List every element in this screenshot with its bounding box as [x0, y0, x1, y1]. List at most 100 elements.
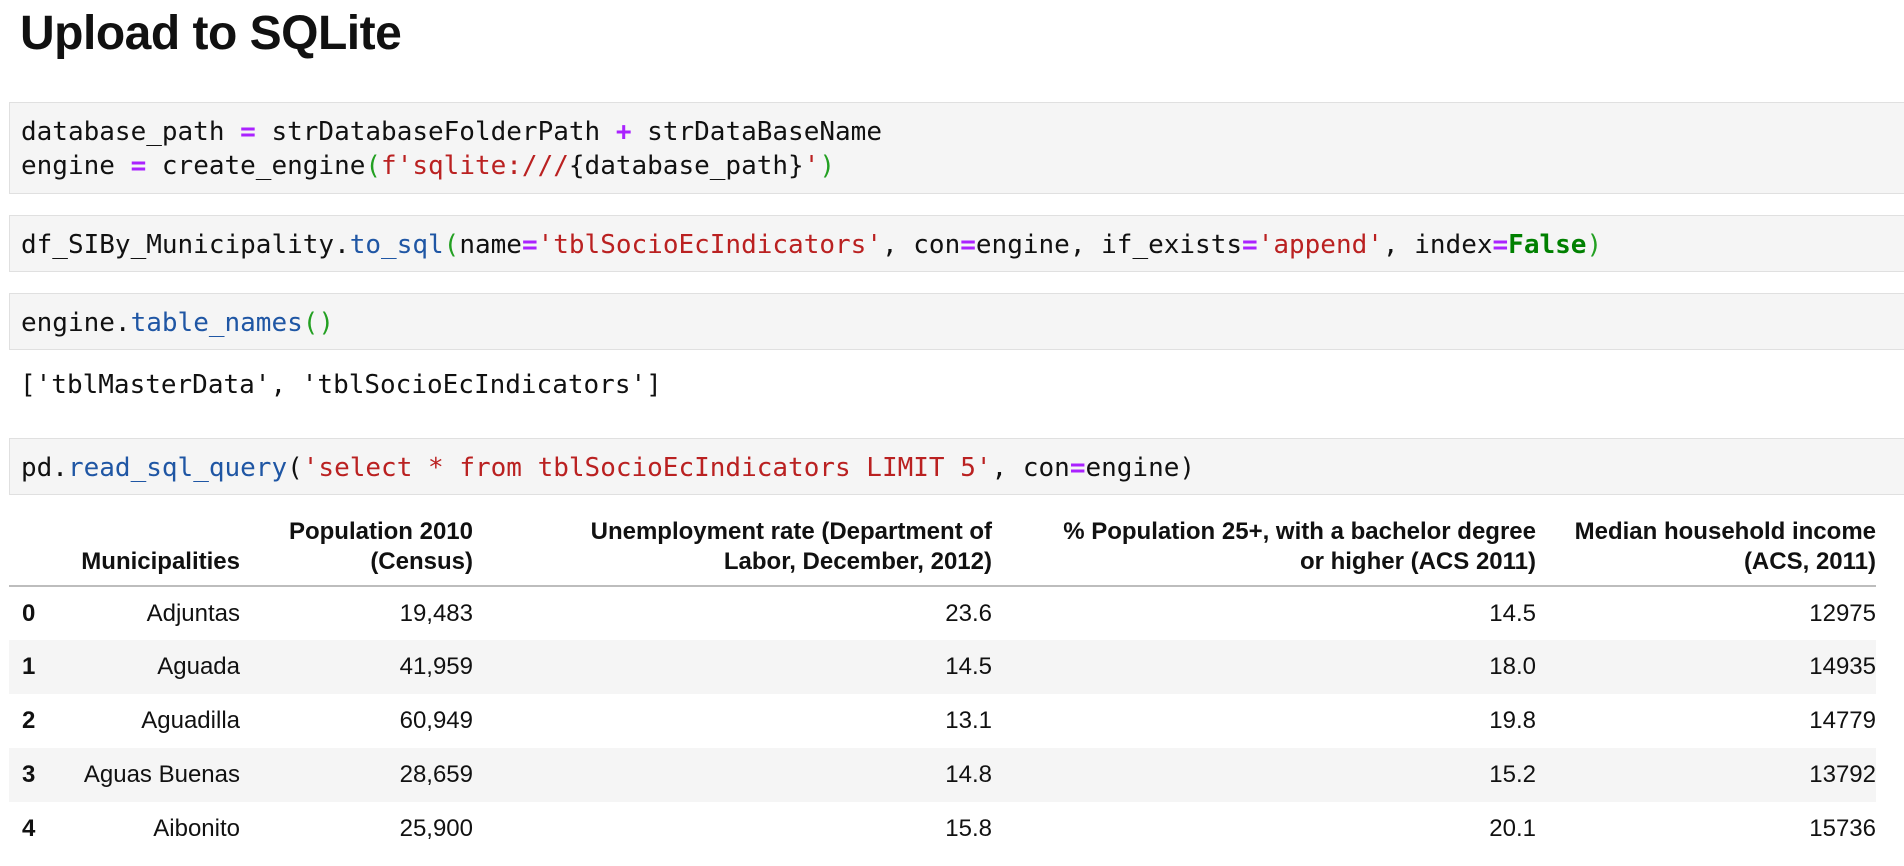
code-paren: (): [302, 308, 335, 338]
code-paren: ): [819, 151, 836, 181]
code-arg-name: if_exists: [1101, 230, 1243, 260]
code-paren: ): [1586, 230, 1603, 260]
code-arg-name: index: [1414, 230, 1493, 260]
code-string: ': [803, 151, 820, 181]
code-operator: +: [615, 117, 632, 147]
code-separator: ,: [1382, 230, 1415, 260]
code-line: pd.read_sql_query('select * from tblSoci…: [21, 451, 1904, 485]
code-string: 'select * from tblSocioEcIndicators LIMI…: [302, 453, 992, 483]
code-line: engine = create_engine(f'sqlite:///{data…: [21, 149, 1904, 183]
column-header-label: (Census): [370, 548, 473, 575]
table-row: 4 Aibonito 25,900 15.8 20.1 15736: [9, 802, 1876, 856]
row-index: 1: [22, 653, 36, 680]
cell-income: 12975: [1809, 599, 1876, 627]
code-operator: =: [130, 151, 147, 181]
code-cell-create-engine[interactable]: database_path = strDatabaseFolderPath + …: [9, 102, 1904, 194]
code-string: 'tblSocioEcIndicators': [537, 230, 882, 260]
code-arg-name: con: [913, 230, 961, 260]
table-row: 0 Adjuntas 19,483 23.6 14.5 12975: [9, 586, 1876, 640]
cell-population: 25,900: [399, 815, 473, 842]
dataframe-output: Municipalities Population 2010 (Census) U…: [9, 510, 1904, 866]
cell-municipality: Aguadilla: [141, 707, 240, 734]
code-line: df_SIBy_Municipality.to_sql(name='tblSoc…: [21, 228, 1904, 262]
column-header-label: % Population 25+, with a bachelor degree: [1063, 518, 1536, 545]
cell-bachelor: 14.5: [1489, 599, 1536, 627]
code-token: database_path: [21, 117, 225, 147]
code-function: table_names: [130, 308, 303, 338]
table-names-output: ['tblMasterData', 'tblSocioEcIndicators'…: [20, 370, 662, 400]
code-arg-name: name: [459, 230, 522, 260]
cell-unemployment: 13.1: [945, 707, 992, 734]
code-operator: =: [1492, 230, 1509, 260]
cell-unemployment: 14.8: [945, 761, 992, 788]
cell-bachelor: 18.0: [1489, 653, 1536, 680]
code-paren: (: [443, 230, 460, 260]
table-row: 2 Aguadilla 60,949 13.1 19.8 14779: [9, 694, 1876, 748]
row-index: 0: [22, 599, 36, 627]
column-header-municipalities: Municipalities: [53, 510, 240, 587]
column-header-index: [9, 510, 53, 587]
cell-income: 15736: [1809, 815, 1876, 842]
code-function: create_engine: [161, 151, 366, 181]
cell-bachelor: 15.2: [1489, 761, 1536, 788]
code-function: to_sql: [349, 230, 444, 260]
code-operator: =: [1069, 453, 1086, 483]
row-index: 3: [22, 761, 36, 788]
code-line: database_path = strDatabaseFolderPath + …: [21, 115, 1904, 149]
row-index: 4: [22, 815, 36, 842]
column-header-label: or higher (ACS 2011): [1299, 548, 1536, 575]
code-separator: ,: [991, 453, 1023, 483]
cell-municipality: Aguada: [157, 653, 240, 680]
code-paren: ): [1179, 453, 1196, 483]
cell-unemployment: 14.5: [945, 653, 992, 680]
code-operator: =: [960, 230, 976, 260]
cell-income: 14779: [1809, 707, 1876, 734]
cell-municipality: Aguas Buenas: [83, 761, 240, 788]
cell-income: 14935: [1809, 653, 1876, 680]
code-token: engine: [21, 151, 115, 181]
column-header-bachelor: % Population 25+, with a bachelor degree…: [992, 510, 1536, 587]
cell-unemployment: 23.6: [945, 599, 992, 627]
cell-unemployment: 15.8: [945, 815, 992, 842]
column-header-label: Labor, December, 2012): [723, 548, 992, 575]
code-token: strDataBaseName: [647, 117, 882, 147]
column-header-label: Unemployment rate (Department of: [590, 518, 992, 545]
column-header-population: Population 2010 (Census): [240, 510, 473, 587]
code-cell-to-sql[interactable]: df_SIBy_Municipality.to_sql(name='tblSoc…: [9, 215, 1904, 272]
code-token: strDatabaseFolderPath: [271, 117, 601, 147]
code-arg-name: con: [1022, 453, 1070, 483]
cell-bachelor: 20.1: [1489, 815, 1536, 842]
code-token: engine.: [21, 308, 131, 338]
section-heading: Upload to SQLite: [20, 7, 402, 60]
column-header-label: Median household income: [1574, 518, 1876, 545]
code-token: engine: [1085, 453, 1180, 483]
row-index: 2: [22, 707, 36, 734]
code-operator: =: [521, 230, 538, 260]
cell-population: 19,483: [399, 599, 473, 627]
cell-population: 28,659: [399, 761, 473, 788]
code-cell-table-names[interactable]: engine.table_names(): [9, 293, 1904, 350]
cell-municipality: Aibonito: [153, 815, 240, 842]
code-function: read_sql_query: [67, 453, 288, 483]
code-operator: =: [1242, 230, 1258, 260]
cell-municipality: Adjuntas: [146, 599, 240, 627]
code-line: engine.table_names(): [21, 306, 1904, 340]
cell-population: 60,949: [399, 707, 473, 734]
code-operator: =: [240, 117, 256, 147]
column-header-label: (ACS, 2011): [1743, 548, 1876, 575]
cell-bachelor: 19.8: [1489, 707, 1536, 734]
table-header-row: Municipalities Population 2010 (Census) U…: [9, 510, 1876, 587]
code-string: 'append': [1257, 230, 1383, 260]
table-row: 1 Aguada 41,959 14.5 18.0 14935: [9, 640, 1876, 694]
table-row: 3 Aguas Buenas 28,659 14.8 15.2 13792: [9, 748, 1876, 802]
code-string: f'sqlite:///: [381, 151, 569, 181]
column-header-income: Median household income (ACS, 2011): [1536, 510, 1876, 587]
code-cell-read-sql-query[interactable]: pd.read_sql_query('select * from tblSoci…: [9, 438, 1904, 495]
code-token: pd.: [21, 453, 68, 483]
column-header-label: Population 2010: [288, 518, 473, 545]
code-keyword: False: [1508, 230, 1587, 260]
cell-population: 41,959: [399, 653, 473, 680]
code-separator: ,: [881, 230, 914, 260]
dataframe-table: Municipalities Population 2010 (Census) U…: [9, 510, 1876, 856]
code-paren: (: [287, 453, 303, 483]
